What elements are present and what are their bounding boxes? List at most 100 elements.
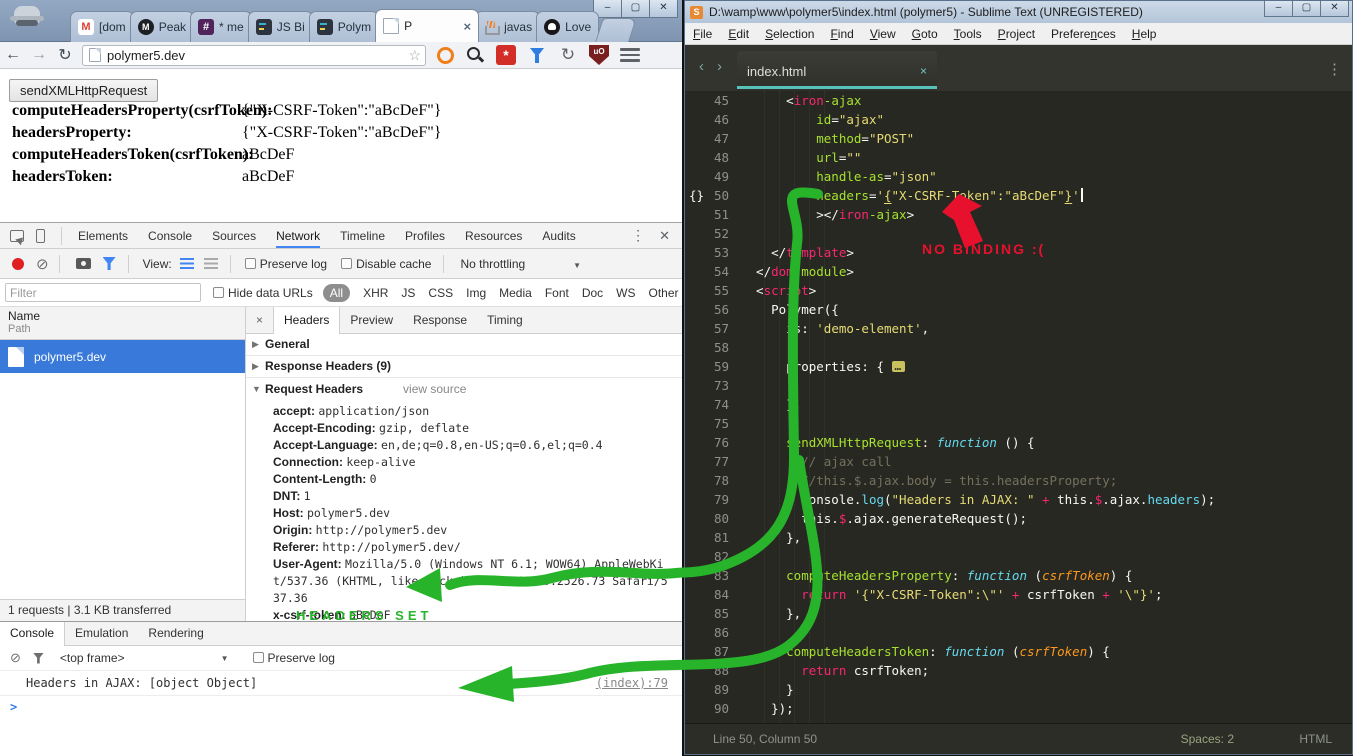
- filter-pill-img[interactable]: Img: [466, 286, 486, 300]
- console-filter-icon[interactable]: [32, 652, 44, 664]
- devtools-tab-timeline[interactable]: Timeline: [340, 224, 385, 248]
- reload-icon[interactable]: ↻: [52, 45, 78, 65]
- browser-tab[interactable]: M Peak: [129, 11, 195, 42]
- devtools-menu-icon[interactable]: ⋮: [631, 227, 645, 244]
- view-source-link[interactable]: view source: [403, 379, 466, 400]
- list-view-icon[interactable]: [179, 258, 194, 269]
- code-line[interactable]: 56 Polymer({: [685, 300, 1352, 319]
- filter-pill-css[interactable]: CSS: [428, 286, 453, 300]
- code-line[interactable]: 83 computeHeadersProperty: function (csr…: [685, 566, 1352, 585]
- address-bar[interactable]: polymer5.dev ☆: [82, 44, 426, 66]
- console-tab-console[interactable]: Console: [0, 621, 66, 646]
- code-line[interactable]: 82: [685, 547, 1352, 566]
- menu-item-selection[interactable]: Selection: [757, 27, 822, 41]
- menu-item-tools[interactable]: Tools: [946, 27, 990, 41]
- console-preserve-log-checkbox[interactable]: Preserve log: [252, 651, 335, 665]
- code-line[interactable]: 57 is: 'demo-element',: [685, 319, 1352, 338]
- nav-back-icon[interactable]: ‹: [699, 58, 704, 75]
- code-line[interactable]: 46 id="ajax": [685, 110, 1352, 129]
- chrome-menu-icon[interactable]: [620, 45, 640, 65]
- throttling-dropdown[interactable]: No throttling ▼: [460, 257, 581, 271]
- browser-tab[interactable]: Polym: [308, 11, 380, 42]
- ublock-icon[interactable]: uO: [589, 45, 609, 65]
- device-toolbar-icon[interactable]: [36, 228, 45, 243]
- preserve-log-checkbox[interactable]: Preserve log: [244, 257, 327, 271]
- request-list-header[interactable]: Name Path: [0, 307, 245, 340]
- indentation-setting[interactable]: Spaces: 2: [1181, 732, 1234, 746]
- maximize-button[interactable]: ▢: [1292, 1, 1321, 17]
- devtools-tab-console[interactable]: Console: [148, 224, 192, 248]
- request-row-selected[interactable]: polymer5.dev: [0, 340, 245, 373]
- code-line[interactable]: 58: [685, 338, 1352, 357]
- browser-tab[interactable]: Love: [536, 11, 600, 42]
- response-headers-section[interactable]: ▶ Response Headers (9): [246, 356, 682, 378]
- tab-close-icon[interactable]: ×: [920, 64, 927, 78]
- filter-input[interactable]: [5, 283, 201, 302]
- back-icon[interactable]: ←: [0, 46, 26, 64]
- devtools-tab-profiles[interactable]: Profiles: [405, 224, 445, 248]
- extension-icon-blue[interactable]: [527, 45, 547, 65]
- console-tab-emulation[interactable]: Emulation: [65, 622, 138, 646]
- disable-cache-checkbox[interactable]: Disable cache: [341, 257, 431, 271]
- menu-item-preferences[interactable]: Preferences: [1043, 27, 1124, 41]
- filter-pill-xhr[interactable]: XHR: [363, 286, 388, 300]
- code-line[interactable]: 48 url="": [685, 148, 1352, 167]
- console-prompt[interactable]: >: [0, 696, 682, 718]
- code-line[interactable]: 53 </template>: [685, 243, 1352, 262]
- bookmark-star-icon[interactable]: ☆: [408, 47, 421, 64]
- search-extension-icon[interactable]: [465, 45, 485, 65]
- code-line[interactable]: 86: [685, 623, 1352, 642]
- devtools-tab-sources[interactable]: Sources: [212, 224, 256, 248]
- menu-item-help[interactable]: Help: [1124, 27, 1165, 41]
- code-line[interactable]: 47 method="POST": [685, 129, 1352, 148]
- code-line[interactable]: 89 }: [685, 680, 1352, 699]
- devtools-tab-audits[interactable]: Audits: [542, 224, 575, 248]
- devtools-tab-elements[interactable]: Elements: [78, 224, 128, 248]
- code-line[interactable]: 73: [685, 376, 1352, 395]
- menu-item-edit[interactable]: Edit: [720, 27, 757, 41]
- code-line[interactable]: 85 },: [685, 604, 1352, 623]
- code-line[interactable]: 55 <script>: [685, 281, 1352, 300]
- filter-icon[interactable]: [102, 257, 116, 270]
- code-line[interactable]: 80 this.$.ajax.generateRequest();: [685, 509, 1352, 528]
- details-tab-preview[interactable]: Preview: [340, 307, 403, 334]
- devtools-tab-resources[interactable]: Resources: [465, 224, 522, 248]
- code-line[interactable]: 45 <iron-ajax: [685, 91, 1352, 110]
- record-icon[interactable]: [12, 257, 24, 270]
- code-line[interactable]: 59 properties: { …: [685, 357, 1352, 376]
- clear-icon[interactable]: ⊘: [36, 255, 49, 273]
- lastpass-icon[interactable]: *: [496, 45, 516, 65]
- browser-tab[interactable]: P ×: [375, 9, 480, 42]
- waterfall-view-icon[interactable]: [203, 258, 218, 269]
- console-tab-rendering[interactable]: Rendering: [138, 622, 213, 646]
- code-line[interactable]: 84 return '{"X-CSRF-Token":\"' + csrfTok…: [685, 585, 1352, 604]
- general-section[interactable]: ▶ General: [246, 334, 682, 356]
- details-tab-headers[interactable]: Headers: [273, 307, 341, 334]
- nav-forward-icon[interactable]: ›: [717, 58, 722, 75]
- forward-icon[interactable]: →: [26, 46, 52, 64]
- menu-item-find[interactable]: Find: [822, 27, 861, 41]
- overflow-menu-icon[interactable]: ⋮: [1327, 60, 1342, 78]
- filter-pill-all[interactable]: All: [322, 283, 351, 302]
- hide-data-urls-checkbox[interactable]: Hide data URLs: [213, 286, 313, 300]
- screenshot-icon[interactable]: [75, 258, 91, 269]
- code-line[interactable]: 75: [685, 414, 1352, 433]
- code-line[interactable]: 78 //this.$.ajax.body = this.headersProp…: [685, 471, 1352, 490]
- menu-item-project[interactable]: Project: [990, 27, 1043, 41]
- filter-pill-font[interactable]: Font: [545, 286, 569, 300]
- filter-pill-ws[interactable]: WS: [616, 286, 635, 300]
- minimize-button[interactable]: –: [1264, 1, 1293, 17]
- menu-item-view[interactable]: View: [862, 27, 904, 41]
- send-xml-http-request-button[interactable]: sendXMLHttpRequest: [9, 79, 159, 102]
- syntax-mode[interactable]: HTML: [1299, 732, 1332, 746]
- close-details-icon[interactable]: ×: [256, 313, 263, 327]
- code-line[interactable]: 77 // ajax call: [685, 452, 1352, 471]
- details-tab-response[interactable]: Response: [403, 307, 477, 334]
- code-line[interactable]: 90 });: [685, 699, 1352, 718]
- clear-console-icon[interactable]: ⊘: [10, 650, 21, 666]
- filter-pill-other[interactable]: Other: [649, 286, 679, 300]
- browser-tab[interactable]: # * me: [190, 11, 252, 42]
- devtools-close-icon[interactable]: ✕: [659, 228, 670, 244]
- code-line[interactable]: 49 handle-as="json": [685, 167, 1352, 186]
- request-headers-section[interactable]: ▼ Request Headers view source: [246, 378, 682, 400]
